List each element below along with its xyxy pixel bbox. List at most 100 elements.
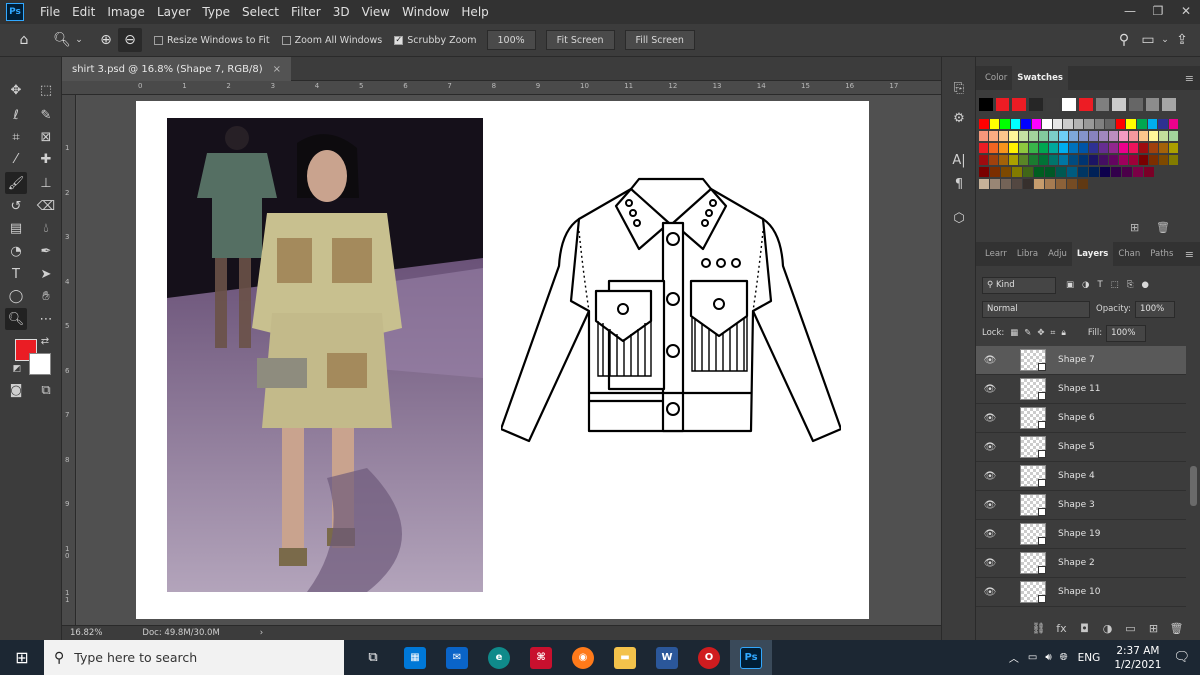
swatch[interactable] — [1001, 167, 1011, 177]
swatch[interactable] — [1094, 119, 1105, 129]
filter-type-icon[interactable]: T — [1097, 280, 1102, 290]
swatch[interactable] — [1159, 131, 1168, 141]
battery-icon[interactable]: ▭ — [1028, 652, 1037, 663]
swatch[interactable] — [1049, 131, 1058, 141]
swatch[interactable] — [1029, 143, 1038, 153]
tab-adjustments[interactable]: Adju — [1043, 242, 1072, 266]
stamp-tool-icon[interactable]: ⊥ — [35, 172, 57, 194]
layer-name[interactable]: Shape 4 — [1058, 471, 1095, 481]
swatch[interactable] — [1112, 98, 1127, 111]
filter-pixel-icon[interactable]: ▣ — [1066, 280, 1074, 290]
chevron-down-icon[interactable]: ⌄ — [74, 28, 84, 52]
scrubby-zoom-checkbox[interactable]: ✓ Scrubby Zoom — [394, 35, 477, 46]
firefox-app-icon[interactable]: ◉ — [562, 640, 604, 675]
swatch[interactable] — [1034, 179, 1044, 189]
zoom-out-icon[interactable]: ⊖ — [118, 28, 142, 52]
file-explorer-icon[interactable]: ▬ — [604, 640, 646, 675]
tab-layers[interactable]: Layers — [1071, 242, 1114, 266]
swatch[interactable] — [1039, 143, 1048, 153]
swatch[interactable] — [1089, 131, 1098, 141]
ruler-vertical[interactable]: 1 2 3 4 5 6 7 8 9 1 0 1 1 — [62, 95, 76, 625]
swatch[interactable] — [1109, 131, 1118, 141]
tab-learn[interactable]: Learr — [980, 242, 1012, 266]
swatch[interactable] — [1000, 119, 1010, 129]
volume-icon[interactable]: 🔊︎ — [1045, 652, 1051, 663]
document-tab[interactable]: shirt 3.psd @ 16.8% (Shape 7, RGB/8) × — [62, 57, 291, 81]
clock[interactable]: 2:37 AM 1/2/2021 — [1114, 644, 1161, 672]
new-group-icon[interactable]: ▭ — [1119, 622, 1142, 635]
swatch[interactable] — [1169, 131, 1178, 141]
visibility-eye-icon[interactable]: 👁︎ — [976, 355, 1004, 366]
swatch[interactable] — [1019, 155, 1028, 165]
layer-row[interactable]: 👁︎ Shape 10 — [976, 578, 1186, 607]
filter-smart-icon[interactable]: ⎘ — [1127, 280, 1134, 290]
mail-app-icon[interactable]: ✉ — [436, 640, 478, 675]
close-button[interactable]: ✕ — [1172, 0, 1200, 24]
swatch[interactable] — [1019, 143, 1028, 153]
history-brush-icon[interactable]: ↺ — [5, 195, 27, 217]
layer-row[interactable]: 👁︎ Shape 5 — [976, 433, 1186, 462]
close-tab-icon[interactable]: × — [273, 64, 281, 75]
menu-layer[interactable]: Layer — [151, 5, 196, 19]
swatch[interactable] — [1049, 155, 1058, 165]
menu-image[interactable]: Image — [101, 5, 151, 19]
hand-tool-icon[interactable]: ✋︎ — [35, 285, 57, 307]
swatch[interactable] — [1078, 167, 1088, 177]
swatch[interactable] — [1045, 179, 1055, 189]
layer-row[interactable]: 👁︎ Shape 2 — [976, 549, 1186, 578]
layer-name[interactable]: Shape 11 — [1058, 384, 1101, 394]
swatch[interactable] — [1079, 155, 1088, 165]
swatch[interactable] — [1162, 98, 1177, 111]
windows-start-icon[interactable]: ⊞ — [0, 640, 44, 675]
swatch[interactable] — [1078, 179, 1088, 189]
swatch[interactable] — [1045, 98, 1060, 111]
dodge-tool-icon[interactable]: ◔ — [5, 240, 27, 262]
layer-row[interactable]: 👁︎ Shape 6 — [976, 404, 1186, 433]
visibility-eye-icon[interactable]: 👁︎ — [976, 413, 1004, 424]
visibility-eye-icon[interactable]: 👁︎ — [976, 500, 1004, 511]
zoom-tool-icon[interactable]: 🔍︎ — [5, 308, 27, 330]
swatch[interactable] — [979, 179, 989, 189]
swatch[interactable] — [1129, 131, 1138, 141]
swatch[interactable] — [1012, 179, 1022, 189]
swatch[interactable] — [999, 155, 1008, 165]
swatch[interactable] — [1012, 167, 1022, 177]
home-icon[interactable]: ⌂ — [12, 28, 36, 52]
menu-window[interactable]: Window — [396, 5, 455, 19]
gradient-tool-icon[interactable]: ▤ — [5, 217, 27, 239]
swatch[interactable] — [989, 143, 998, 153]
paragraph-panel-icon[interactable]: ¶ — [948, 173, 970, 195]
menu-select[interactable]: Select — [236, 5, 285, 19]
blur-tool-icon[interactable]: 💧︎ — [35, 217, 57, 239]
swatch[interactable] — [1149, 131, 1158, 141]
opera-app-icon[interactable]: O — [688, 640, 730, 675]
layer-name[interactable]: Shape 6 — [1058, 413, 1095, 423]
menu-help[interactable]: Help — [455, 5, 494, 19]
layer-name[interactable]: Shape 7 — [1058, 355, 1095, 365]
swatch[interactable] — [1062, 98, 1077, 111]
swatch[interactable] — [1079, 143, 1088, 153]
move-tool-icon[interactable]: ✥ — [5, 79, 27, 101]
swatch[interactable] — [1089, 155, 1098, 165]
layer-name[interactable]: Shape 19 — [1058, 529, 1101, 539]
visibility-eye-icon[interactable]: 👁︎ — [976, 442, 1004, 453]
swatch[interactable] — [1169, 155, 1178, 165]
layer-row[interactable]: 👁︎ Shape 7 — [976, 346, 1186, 375]
swatches-grid[interactable] — [979, 98, 1179, 191]
swatch[interactable] — [1149, 143, 1158, 153]
swatch[interactable] — [1042, 119, 1052, 129]
ellipse-tool-icon[interactable]: ◯ — [5, 285, 27, 307]
swatch[interactable] — [1136, 119, 1147, 129]
swatch[interactable] — [1144, 167, 1154, 177]
swatch[interactable] — [989, 155, 998, 165]
panel-menu-icon[interactable]: ≡ — [1185, 248, 1194, 261]
swatch[interactable] — [1010, 119, 1021, 129]
swatch[interactable] — [1115, 119, 1126, 129]
visibility-eye-icon[interactable]: 👁︎ — [976, 471, 1004, 482]
swatch[interactable] — [1067, 167, 1077, 177]
lock-pixels-icon[interactable]: ✎ — [1024, 328, 1031, 338]
zoom-in-icon[interactable]: ⊕ — [94, 28, 118, 52]
workspace-icon[interactable]: ▭ — [1136, 28, 1160, 52]
menu-view[interactable]: View — [356, 5, 396, 19]
swatch[interactable] — [1109, 143, 1118, 153]
